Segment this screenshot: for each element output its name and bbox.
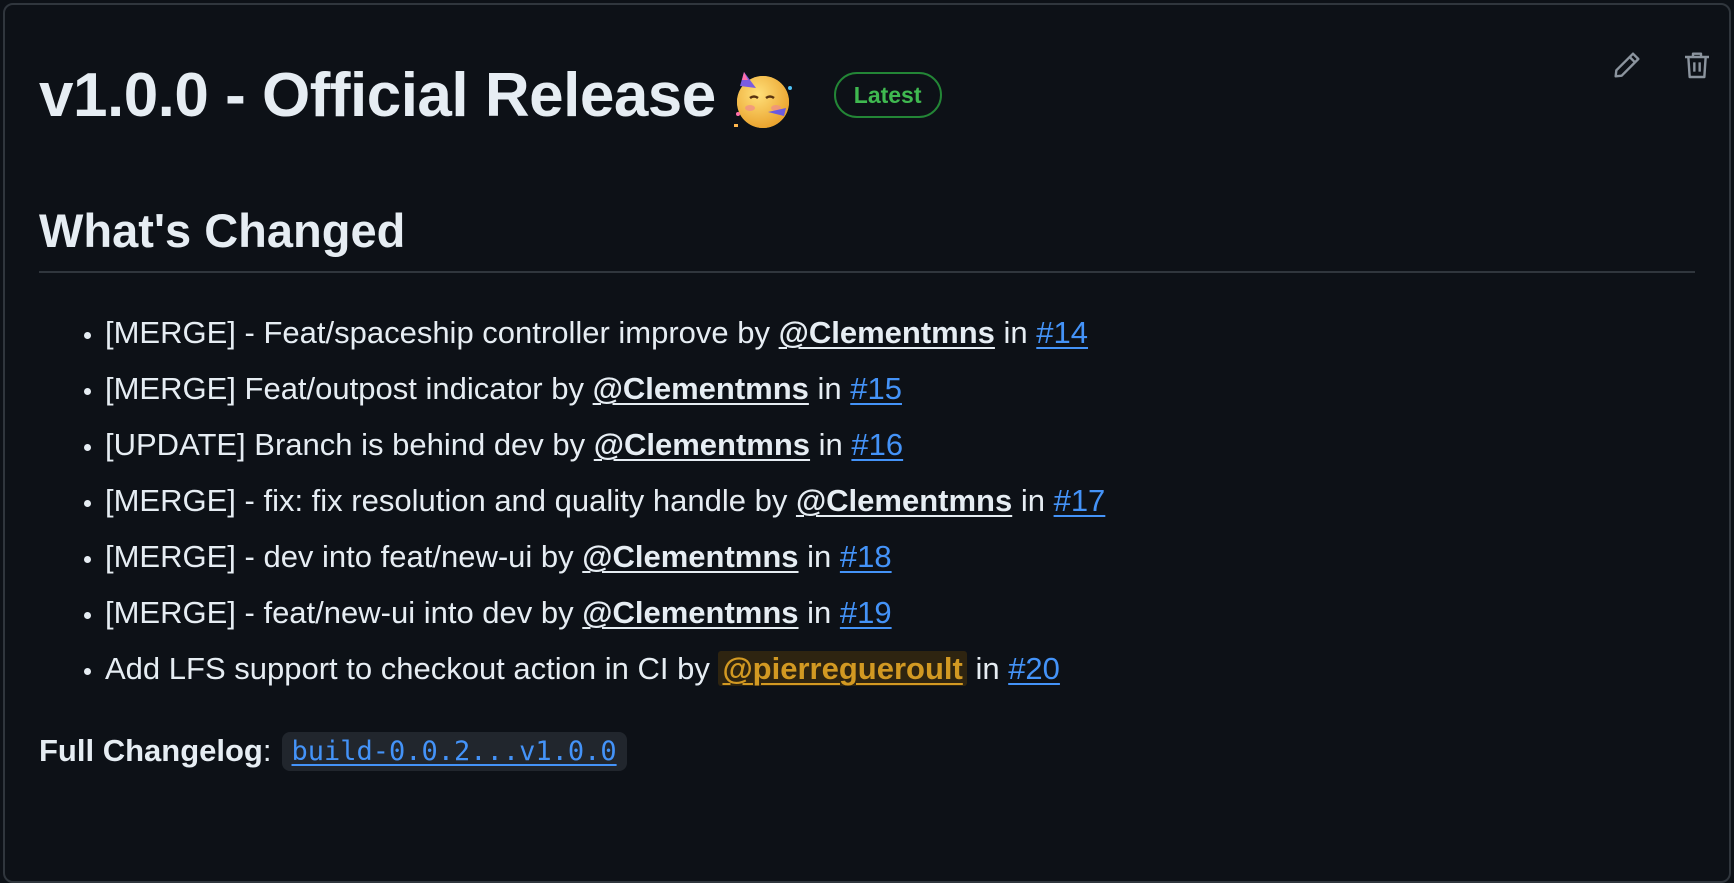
in-text: in [966,651,1009,686]
pr-link[interactable]: #15 [850,371,902,406]
pr-link[interactable]: #14 [1036,315,1088,350]
user-link[interactable]: @Clementmns [593,371,809,406]
in-text: in [994,315,1037,350]
change-text: [MERGE] Feat/outpost indicator by [105,371,593,406]
user-link[interactable]: @Clementmns [582,595,798,630]
user-link[interactable]: @Clementmns [582,539,798,574]
pr-link[interactable]: #18 [840,539,892,574]
list-item: [MERGE] - feat/new-ui into dev by @Cleme… [105,585,1105,641]
list-item: [UPDATE] Branch is behind dev by @Clemen… [105,417,1105,473]
list-item: [MERGE] Feat/outpost indicator by @Cleme… [105,361,1105,417]
list-item: [MERGE] - dev into feat/new-ui by @Cleme… [105,529,1105,585]
release-title: v1.0.0 - Official Release [39,60,716,130]
change-text: [MERGE] - Feat/spaceship controller impr… [105,315,779,350]
pr-link[interactable]: #16 [851,427,903,462]
pr-link[interactable]: #19 [840,595,892,630]
in-text: in [798,539,840,574]
in-text: in [1012,483,1054,518]
delete-button[interactable] [1679,47,1715,83]
release-title-row: v1.0.0 - Official Release Latest [39,45,942,145]
list-item: [MERGE] - fix: fix resolution and qualit… [105,473,1105,529]
change-list: [MERGE] - Feat/spaceship controller impr… [39,305,1105,697]
compare-link[interactable]: build-0.0.2...v1.0.0 [281,731,627,771]
user-link-highlighted[interactable]: @pierregueroult [718,651,967,686]
change-text: [MERGE] - dev into feat/new-ui by [105,539,583,574]
full-changelog-row: Full Changelog : build-0.0.2...v1.0.0 [39,729,627,773]
pr-link[interactable]: #17 [1054,483,1106,518]
change-text: Add LFS support to checkout action in CI… [105,651,719,686]
changelog-colon: : [262,733,272,768]
change-text: [MERGE] - feat/new-ui into dev by [105,595,583,630]
change-text: [MERGE] - fix: fix resolution and qualit… [105,483,796,518]
whats-changed-heading: What's Changed [39,204,406,257]
trash-icon [1685,52,1709,79]
in-text: in [798,595,840,630]
change-text: [UPDATE] Branch is behind dev by [105,427,594,462]
edit-button[interactable] [1609,47,1645,83]
release-card: v1.0.0 - Official Release Latest What's … [3,3,1731,883]
user-link[interactable]: @Clementmns [796,483,1012,518]
user-link[interactable]: @Clementmns [779,315,995,350]
latest-badge: Latest [833,72,942,118]
list-item: [MERGE] - Feat/spaceship controller impr… [105,305,1105,361]
pr-link[interactable]: #20 [1008,651,1060,686]
in-text: in [808,371,851,406]
divider [39,271,1695,273]
in-text: in [810,427,852,462]
user-link[interactable]: @Clementmns [594,427,810,462]
release-actions [1609,47,1715,83]
list-item: Add LFS support to checkout action in CI… [105,641,1105,697]
pencil-icon [1614,52,1640,78]
partying-face-icon [730,66,796,132]
changelog-label: Full Changelog [39,733,263,768]
